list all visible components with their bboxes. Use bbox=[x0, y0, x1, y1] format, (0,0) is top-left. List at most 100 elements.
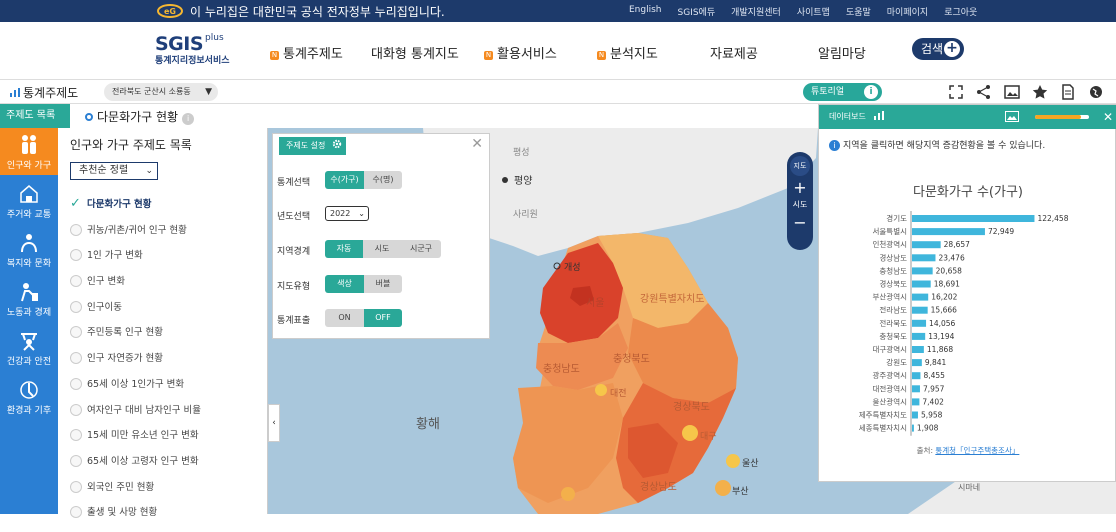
theme-list-item[interactable]: 귀농/귀촌/귀어 인구 현황 bbox=[70, 223, 201, 250]
statlabel-on-option[interactable]: ON bbox=[325, 309, 364, 327]
link-sitemap[interactable]: 사이트맵 bbox=[797, 5, 830, 18]
link-mypage[interactable]: 마이페이지 bbox=[887, 5, 928, 18]
chart-bar[interactable] bbox=[912, 372, 921, 380]
theme-list-item[interactable]: 1인 가구 변화 bbox=[70, 249, 201, 275]
source-link[interactable]: 통계청「인구주택총조사」 bbox=[935, 446, 1019, 455]
opacity-slider-fill bbox=[1035, 115, 1081, 119]
nav-label: 대화형 통계지도 bbox=[371, 47, 459, 62]
category-labor[interactable]: 노동과 경제 bbox=[0, 275, 58, 322]
link-dev-center[interactable]: 개발지원센터 bbox=[731, 5, 781, 18]
nav-services[interactable]: N 활용서비스 bbox=[484, 43, 557, 62]
chart-value-label: 20,658 bbox=[936, 266, 962, 275]
chart-bar[interactable] bbox=[912, 215, 1035, 222]
chart-bar[interactable] bbox=[912, 254, 936, 262]
chart-value-label: 23,476 bbox=[938, 253, 964, 262]
chart-bar[interactable] bbox=[912, 306, 928, 314]
category-environment[interactable]: 환경과 기후 bbox=[0, 373, 58, 420]
chart-category-label: 경상남도 bbox=[879, 252, 907, 262]
close-icon[interactable]: ✕ bbox=[1103, 105, 1113, 129]
year-select[interactable]: 2022 ⌄ bbox=[325, 206, 369, 221]
data-board-panel: 데이터보드 ✕ i 지역을 클릭하면 해당지역 증감현황을 볼 수 있습니다. 다… bbox=[818, 104, 1116, 482]
theme-list-item[interactable]: 인구 자연증가 현황 bbox=[70, 352, 201, 378]
link-logout[interactable]: 로그아웃 bbox=[944, 5, 977, 18]
chart-bar[interactable] bbox=[912, 346, 924, 353]
statlabel-toggle: ON OFF bbox=[325, 309, 402, 327]
zoom-in-button[interactable]: + bbox=[787, 180, 813, 196]
zoom-out-button[interactable]: − bbox=[787, 215, 813, 231]
category-welfare[interactable]: 복지와 문화 bbox=[0, 226, 58, 273]
region-bar-chart: 경기도 122,458 서울특별시 72,949 인천광역시 28,657 경상남도 23,4… bbox=[859, 211, 1069, 436]
fullscreen-icon[interactable] bbox=[948, 84, 964, 100]
chart-bar[interactable] bbox=[912, 228, 985, 236]
nav-interactive-map[interactable]: 대화형 통계지도 bbox=[371, 43, 459, 62]
maptype-bubble-option[interactable]: 버블 bbox=[364, 275, 402, 293]
theme-list-item[interactable]: 여자인구 대비 남자인구 비율 bbox=[70, 403, 201, 430]
category-population[interactable]: 인구와 가구 bbox=[0, 128, 58, 175]
region-select[interactable]: 전라북도 군산시 소룡동 ▼ bbox=[104, 83, 218, 101]
chart-category-label: 경상북도 bbox=[879, 279, 907, 289]
maptype-color-option[interactable]: 색상 bbox=[325, 275, 364, 293]
chart-category-label: 서울특별시 bbox=[873, 226, 908, 236]
image-icon[interactable] bbox=[1004, 84, 1020, 100]
collapse-panel-button[interactable]: ‹ bbox=[268, 404, 280, 442]
chart-bar[interactable] bbox=[912, 280, 931, 288]
tutorial-button[interactable]: 튜토리얼 i bbox=[803, 83, 882, 101]
theme-list-item[interactable]: 65세 이상 1인가구 변화 bbox=[70, 377, 201, 404]
theme-list-item[interactable]: 인구이동 bbox=[70, 300, 201, 327]
link-sgis-edu[interactable]: SGIS에듀 bbox=[678, 5, 716, 18]
boundary-sigungu-option[interactable]: 시군구 bbox=[401, 240, 441, 258]
radio-circle-icon bbox=[70, 454, 82, 467]
theme-list-item[interactable]: 인구 변화 bbox=[70, 275, 201, 301]
chart-bar[interactable] bbox=[912, 241, 941, 249]
chart-bar[interactable] bbox=[912, 411, 918, 419]
document-icon[interactable] bbox=[1060, 84, 1076, 100]
image-icon[interactable] bbox=[1005, 111, 1019, 122]
share-icon[interactable] bbox=[976, 84, 992, 100]
chart-value-label: 8,455 bbox=[923, 371, 945, 380]
info-icon[interactable]: i bbox=[182, 113, 195, 125]
theme-list-button[interactable]: 주제도 목록 bbox=[0, 104, 70, 143]
chart-bar[interactable] bbox=[912, 424, 914, 432]
pyongyang-dot bbox=[502, 177, 508, 183]
theme-settings-button[interactable]: 주제도 설정 bbox=[279, 137, 346, 155]
category-health[interactable]: 건강과 안전 bbox=[0, 324, 58, 371]
chart-bar[interactable] bbox=[912, 359, 922, 367]
chart-bar[interactable] bbox=[912, 267, 933, 275]
theme-list-item[interactable]: 외국인 주민 현황 bbox=[70, 480, 201, 507]
opacity-slider[interactable] bbox=[1035, 115, 1089, 119]
nav-data-provision[interactable]: 자료제공 bbox=[710, 43, 758, 62]
sgis-logo[interactable]: SGIS plus 통계지리정보서비스 bbox=[155, 33, 230, 66]
boundary-sido-option[interactable]: 시도 bbox=[363, 240, 401, 258]
theme-list-item[interactable]: ✓ 다문화가구 현황 bbox=[70, 197, 201, 224]
label-gaeseong: 개성 bbox=[564, 262, 581, 273]
chart-bar[interactable] bbox=[912, 293, 929, 301]
link-english[interactable]: English bbox=[629, 5, 662, 18]
nav-theme-map[interactable]: N 통계주제도 bbox=[270, 43, 343, 62]
globe-icon[interactable] bbox=[1088, 84, 1104, 100]
theme-item-label: 여자인구 대비 남자인구 비율 bbox=[87, 404, 201, 416]
stat-households-option[interactable]: 수(가구) bbox=[325, 171, 364, 189]
theme-list-item[interactable]: 출생 및 사망 현황 bbox=[70, 506, 201, 532]
close-icon[interactable]: ✕ bbox=[471, 136, 483, 152]
label-yellow-sea: 황해 bbox=[416, 417, 440, 432]
link-help[interactable]: 도움말 bbox=[846, 5, 871, 18]
theme-list-item[interactable]: 15세 미만 유소년 인구 변화 bbox=[70, 429, 201, 455]
chart-bar[interactable] bbox=[912, 319, 927, 327]
stat-persons-option[interactable]: 수(명) bbox=[364, 171, 402, 189]
korea-map-button[interactable]: 지도 bbox=[790, 156, 810, 176]
boundary-auto-option[interactable]: 자동 bbox=[325, 240, 363, 258]
radio-circle-icon bbox=[70, 326, 82, 339]
chart-category-label: 대전광역시 bbox=[873, 383, 908, 393]
statlabel-off-option[interactable]: OFF bbox=[364, 309, 402, 327]
category-housing[interactable]: 주거와 교통 bbox=[0, 177, 58, 224]
theme-list-item[interactable]: 65세 이상 고령자 인구 변화 bbox=[70, 454, 201, 481]
chart-bar[interactable] bbox=[912, 398, 920, 406]
nav-notice[interactable]: 알림마당 bbox=[818, 43, 866, 62]
sort-select[interactable]: 추천순 정렬 ⌄ bbox=[70, 162, 158, 180]
search-button[interactable]: 검색 + bbox=[912, 38, 964, 60]
chart-bar[interactable] bbox=[912, 332, 926, 340]
chart-bar[interactable] bbox=[912, 385, 920, 393]
theme-list-item[interactable]: 주민등록 인구 현황 bbox=[70, 326, 201, 352]
nav-analysis-map[interactable]: N 분석지도 bbox=[597, 43, 658, 62]
star-icon[interactable] bbox=[1032, 84, 1048, 100]
